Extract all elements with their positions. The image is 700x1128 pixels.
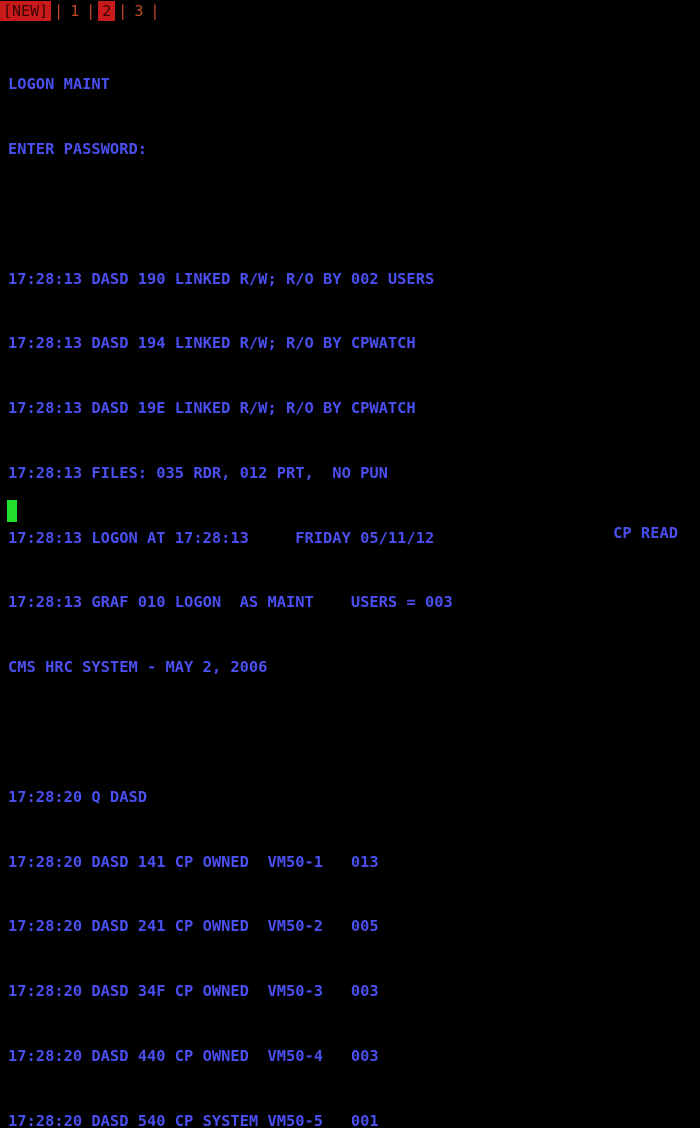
input-cursor[interactable]	[7, 500, 17, 522]
session-tab-3[interactable]: 3	[130, 1, 147, 21]
terminal-line: 17:28:13 GRAF 010 LOGON AS MAINT USERS =…	[8, 593, 453, 612]
tab-separator: |	[86, 2, 96, 20]
tab-separator: |	[54, 2, 64, 20]
terminal-line: 17:28:20 DASD 241 CP OWNED VM50-2 005	[8, 917, 379, 936]
terminal-line: 17:28:20 DASD 440 CP OWNED VM50-4 003	[8, 1046, 379, 1065]
tab-separator: |	[118, 2, 128, 20]
session-tab-bar: [NEW] | 1 | 2 | 3 |	[0, 0, 162, 22]
terminal-line: 17:28:13 LOGON AT 17:28:13 FRIDAY 05/11/…	[8, 528, 435, 547]
status-indicator: CP READ	[613, 524, 678, 542]
session-tab-2[interactable]: 2	[98, 1, 116, 21]
terminal-line: CMS HRC SYSTEM - MAY 2, 2006	[8, 658, 268, 677]
terminal-line: 17:28:20 DASD 141 CP OWNED VM50-1 013	[8, 852, 379, 871]
terminal-line: 17:28:13 FILES: 035 RDR, 012 PRT, NO PUN	[8, 463, 388, 482]
terminal-line: LOGON MAINT	[8, 75, 110, 94]
terminal-line: 17:28:13 DASD 190 LINKED R/W; R/O BY 002…	[8, 269, 435, 288]
tab-separator: |	[150, 2, 160, 20]
terminal-line: 17:28:13 DASD 194 LINKED R/W; R/O BY CPW…	[8, 334, 416, 353]
session-tab-1[interactable]: 1	[66, 1, 83, 21]
terminal-line: ENTER PASSWORD:	[8, 139, 147, 158]
terminal-line: 17:28:20 Q DASD	[8, 787, 147, 806]
new-session-tab[interactable]: [NEW]	[0, 1, 52, 21]
terminal-screen[interactable]: LOGON MAINT ENTER PASSWORD: 17:28:13 DAS…	[8, 31, 692, 1128]
terminal-line: 17:28:20 DASD 540 CP SYSTEM VM50-5 001	[8, 1111, 379, 1128]
terminal-line: 17:28:20 DASD 34F CP OWNED VM50-3 003	[8, 982, 379, 1001]
terminal-line: 17:28:13 DASD 19E LINKED R/W; R/O BY CPW…	[8, 399, 416, 418]
